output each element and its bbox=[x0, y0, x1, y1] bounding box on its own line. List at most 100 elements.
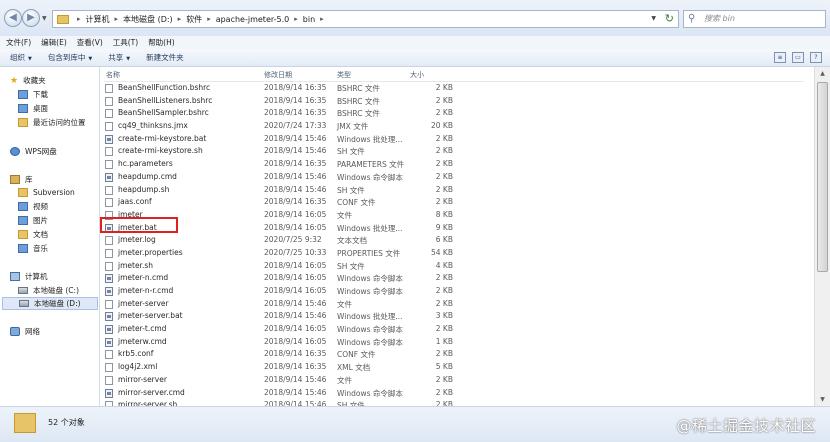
breadcrumb-software[interactable]: 软件 bbox=[186, 14, 202, 25]
scroll-up-icon[interactable]: ▲ bbox=[816, 67, 829, 80]
chevron-right-icon[interactable]: ▸ bbox=[320, 15, 324, 23]
include-in-library-button[interactable]: 包含到库中 ▼ bbox=[48, 52, 92, 63]
nav-documents[interactable]: 文档 bbox=[18, 228, 48, 241]
file-row[interactable]: mirror-server.cmd 2018/9/14 15:46 Windows … bbox=[104, 387, 804, 400]
vertical-scrollbar[interactable]: ▲ ▼ bbox=[814, 67, 830, 406]
file-row[interactable]: hc.parameters 2018/9/14 16:35 PARAMETERS 文… bbox=[104, 158, 804, 171]
recent-pages-dropdown-icon[interactable]: ▼ bbox=[42, 15, 47, 22]
file-type: Windows 命令脚本 bbox=[337, 287, 403, 296]
file-date: 2018/9/14 15:46 bbox=[264, 311, 327, 321]
nav-drive-d[interactable]: 本地磁盘 (D:) bbox=[2, 297, 98, 310]
file-row[interactable]: jmeter 2018/9/14 16:05 文件 8 KB bbox=[104, 209, 804, 222]
refresh-icon[interactable]: ↻ bbox=[665, 12, 674, 25]
search-input[interactable]: ⚲ 搜索 bin bbox=[683, 10, 826, 28]
file-type: Windows 批处理... bbox=[337, 223, 403, 233]
file-row[interactable]: jaas.conf 2018/9/14 16:35 CONF 文件 2 KB bbox=[104, 196, 804, 209]
file-date: 2018/9/14 16:35 bbox=[264, 108, 327, 118]
chevron-right-icon[interactable]: ▸ bbox=[115, 15, 119, 23]
file-row[interactable]: jmeter.sh 2018/9/14 16:05 SH 文件 4 KB bbox=[104, 260, 804, 273]
chevron-right-icon[interactable]: ▸ bbox=[294, 15, 298, 23]
menu-file[interactable]: 文件(F) bbox=[6, 37, 31, 48]
subversion-folder-icon bbox=[18, 188, 28, 197]
preview-pane-icon[interactable]: ▭ bbox=[792, 52, 804, 63]
menu-view[interactable]: 查看(V) bbox=[77, 37, 103, 48]
file-row[interactable]: jmeter.properties 2020/7/25 10:33 PROPERTI… bbox=[104, 247, 804, 260]
file-row[interactable]: jmeter-server 2018/9/14 15:46 文件 2 KB bbox=[104, 298, 804, 311]
breadcrumb-computer[interactable]: 计算机 bbox=[86, 14, 110, 25]
organize-button[interactable]: 组织 ▼ bbox=[10, 52, 32, 63]
column-header-date[interactable]: 修改日期 bbox=[264, 70, 292, 80]
share-button[interactable]: 共享 ▼ bbox=[108, 52, 130, 63]
file-row[interactable]: mirror-server 2018/9/14 15:46 文件 2 KB bbox=[104, 374, 804, 387]
file-row[interactable]: jmeterw.cmd 2018/9/14 16:05 Windows 命令脚本 1 … bbox=[104, 336, 804, 349]
address-dropdown-icon[interactable]: ▼ bbox=[651, 15, 656, 22]
file-row[interactable]: jmeter.bat 2018/9/14 16:05 Windows 批处理... 9… bbox=[104, 222, 804, 235]
file-date: 2018/9/14 15:46 bbox=[264, 184, 327, 194]
nav-downloads[interactable]: 下载 bbox=[18, 88, 48, 101]
column-header-size[interactable]: 大小 bbox=[410, 70, 424, 80]
chevron-right-icon[interactable]: ▸ bbox=[207, 15, 211, 23]
file-row[interactable]: BeanShellSampler.bshrc 2018/9/14 16:35 BSH… bbox=[104, 107, 804, 120]
menu-help[interactable]: 帮助(H) bbox=[148, 37, 175, 48]
desktop-icon bbox=[18, 104, 28, 113]
file-row[interactable]: mirror-server.sh 2018/9/14 15:46 SH 文件 2 KB bbox=[104, 399, 804, 406]
nav-pictures[interactable]: 图片 bbox=[18, 214, 48, 227]
nav-favorites[interactable]: ★ 收藏夹 bbox=[10, 74, 46, 87]
script-file-icon bbox=[105, 134, 113, 144]
file-type: BSHRC 文件 bbox=[337, 84, 380, 93]
file-icon bbox=[105, 147, 113, 157]
file-row[interactable]: create-rmi-keystore.sh 2018/9/14 15:46 SH … bbox=[104, 145, 804, 158]
file-icon bbox=[105, 185, 113, 195]
file-row[interactable]: krb5.conf 2018/9/14 16:35 CONF 文件 2 KB bbox=[104, 348, 804, 361]
nav-libraries[interactable]: 库 bbox=[10, 173, 33, 186]
file-row[interactable]: jmeter-n-r.cmd 2018/9/14 16:05 Windows 命令脚… bbox=[104, 285, 804, 298]
nav-wps[interactable]: WPS网盘 bbox=[10, 145, 57, 158]
change-view-icon[interactable]: ≡ bbox=[774, 52, 786, 63]
wps-cloud-icon bbox=[10, 147, 20, 156]
file-name: create-rmi-keystore.bat bbox=[118, 133, 207, 143]
file-row[interactable]: cq49_thinksns.jmx 2020/7/24 17:33 JMX 文件 20… bbox=[104, 120, 804, 133]
nav-network[interactable]: 网络 bbox=[10, 325, 40, 338]
chevron-right-icon[interactable]: ▸ bbox=[178, 15, 182, 23]
file-row[interactable]: jmeter.log 2020/7/25 9:32 文本文档 6 KB bbox=[104, 234, 804, 247]
file-row[interactable]: heapdump.sh 2018/9/14 15:46 SH 文件 2 KB bbox=[104, 184, 804, 197]
file-row[interactable]: BeanShellFunction.bshrc 2018/9/14 16:35 BS… bbox=[104, 82, 804, 95]
file-name: jmeterw.cmd bbox=[118, 336, 167, 346]
chevron-right-icon[interactable]: ▸ bbox=[77, 15, 81, 23]
breadcrumb-drive-d[interactable]: 本地磁盘 (D:) bbox=[123, 14, 173, 25]
scroll-down-icon[interactable]: ▼ bbox=[816, 393, 829, 406]
file-size: 2 KB bbox=[435, 387, 453, 397]
breadcrumb-bin[interactable]: bin bbox=[303, 15, 315, 24]
nav-desktop[interactable]: 桌面 bbox=[18, 102, 48, 115]
file-row[interactable]: jmeter-n.cmd 2018/9/14 16:05 Windows 命令脚本 2… bbox=[104, 272, 804, 285]
file-date: 2018/9/14 16:05 bbox=[264, 336, 327, 346]
nav-music[interactable]: 音乐 bbox=[18, 242, 48, 255]
nav-drive-c[interactable]: 本地磁盘 (C:) bbox=[18, 284, 79, 297]
scrollbar-thumb[interactable] bbox=[817, 82, 828, 272]
breadcrumb-jmeter[interactable]: apache-jmeter-5.0 bbox=[216, 15, 290, 24]
nav-videos[interactable]: 视频 bbox=[18, 200, 48, 213]
back-button[interactable]: ◀ bbox=[4, 9, 22, 27]
drive-icon bbox=[19, 300, 29, 307]
file-row[interactable]: jmeter-t.cmd 2018/9/14 16:05 Windows 命令脚本 2… bbox=[104, 323, 804, 336]
nav-computer[interactable]: 计算机 bbox=[10, 270, 48, 283]
address-bar[interactable]: ▸ 计算机 ▸ 本地磁盘 (D:) ▸ 软件 ▸ apache-jmeter-5… bbox=[52, 10, 679, 28]
nav-recent[interactable]: 最近访问的位置 bbox=[18, 116, 86, 129]
view-controls: ≡ ▭ ? bbox=[774, 52, 822, 63]
column-header-name[interactable]: 名称 bbox=[106, 70, 120, 80]
navigation-pane: ★ 收藏夹 下载 桌面 最近访问的位置 WPS网盘 库 Subversion 视频… bbox=[0, 67, 100, 406]
new-folder-button[interactable]: 新建文件夹 bbox=[146, 52, 184, 63]
file-row[interactable]: jmeter-server.bat 2018/9/14 15:46 Windows … bbox=[104, 310, 804, 323]
forward-button[interactable]: ▶ bbox=[22, 9, 40, 27]
nav-label: 网络 bbox=[25, 327, 40, 336]
nav-subversion[interactable]: Subversion bbox=[18, 186, 75, 199]
file-size: 2 KB bbox=[435, 108, 453, 118]
file-row[interactable]: heapdump.cmd 2018/9/14 15:46 Windows 命令脚本 2… bbox=[104, 171, 804, 184]
column-header-type[interactable]: 类型 bbox=[337, 70, 351, 80]
menu-edit[interactable]: 编辑(E) bbox=[41, 37, 67, 48]
menu-tools[interactable]: 工具(T) bbox=[113, 37, 138, 48]
file-row[interactable]: log4j2.xml 2018/9/14 16:35 XML 文档 5 KB bbox=[104, 361, 804, 374]
help-icon[interactable]: ? bbox=[810, 52, 822, 63]
file-row[interactable]: create-rmi-keystore.bat 2018/9/14 15:46 Wi… bbox=[104, 133, 804, 146]
file-row[interactable]: BeanShellListeners.bshrc 2018/9/14 16:35 B… bbox=[104, 95, 804, 108]
